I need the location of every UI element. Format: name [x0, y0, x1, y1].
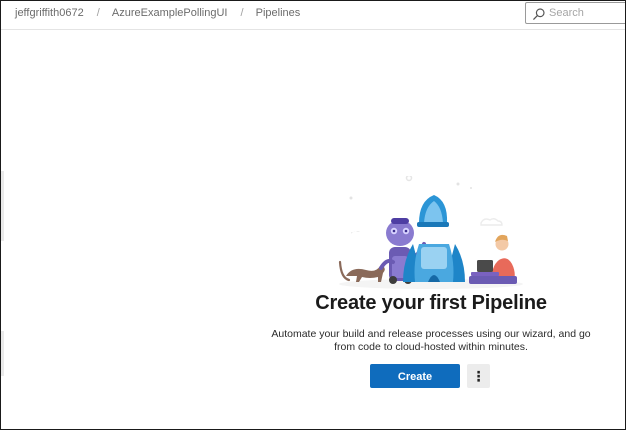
breadcrumb-item-project[interactable]: AzureExamplePollingUI — [112, 7, 228, 19]
pipeline-illustration — [338, 176, 523, 289]
left-edge-mark — [1, 171, 4, 241]
search-placeholder: Search — [549, 7, 584, 19]
top-header: jeffgriffith0672 / AzureExamplePollingUI… — [1, 1, 625, 30]
breadcrumb-item-organization[interactable]: jeffgriffith0672 — [15, 7, 84, 19]
left-edge-mark — [1, 331, 4, 376]
search-icon — [533, 8, 545, 20]
app-window: jeffgriffith0672 / AzureExamplePollingUI… — [0, 0, 626, 430]
more-options-button[interactable]: ⋮ — [467, 364, 490, 388]
breadcrumb-separator: / — [96, 7, 100, 19]
search-input[interactable]: Search — [525, 2, 625, 24]
empty-state-description: Automate your build and release processe… — [271, 328, 591, 353]
empty-state-title: Create your first Pipeline — [315, 292, 547, 314]
create-pipeline-button[interactable]: Create Pipeline — [370, 364, 460, 407]
breadcrumb: jeffgriffith0672 / AzureExamplePollingUI… — [15, 7, 300, 19]
breadcrumb-item-pipelines[interactable]: Pipelines — [256, 7, 301, 19]
breadcrumb-separator: / — [240, 7, 244, 19]
